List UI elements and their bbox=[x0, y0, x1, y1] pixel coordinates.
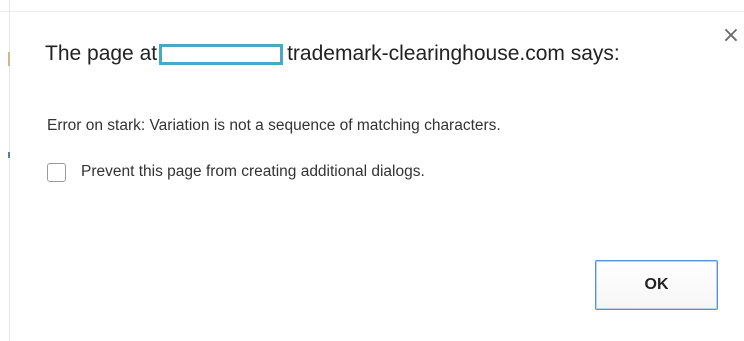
suppress-dialogs-option[interactable]: Prevent this page from creating addition… bbox=[47, 160, 425, 184]
ok-button[interactable]: OK bbox=[595, 260, 718, 310]
dialog-top-edge bbox=[0, 0, 744, 12]
close-icon[interactable]: × bbox=[720, 24, 742, 48]
suppress-dialogs-checkbox[interactable] bbox=[47, 162, 66, 182]
background-page-fragment bbox=[8, 152, 10, 158]
background-page-fragment bbox=[8, 52, 10, 66]
suppress-dialogs-label[interactable]: Prevent this page from creating addition… bbox=[81, 163, 425, 181]
dialog-title: The page at trademark-clearinghouse.com … bbox=[45, 38, 620, 70]
title-suffix: trademark-clearinghouse.com says: bbox=[287, 42, 620, 65]
dialog-message: Error on stark: Variation is not a seque… bbox=[47, 117, 501, 134]
title-prefix: The page at bbox=[45, 42, 158, 65]
alert-dialog: The page at trademark-clearinghouse.com … bbox=[0, 0, 744, 341]
redacted-subdomain-box bbox=[159, 43, 284, 65]
